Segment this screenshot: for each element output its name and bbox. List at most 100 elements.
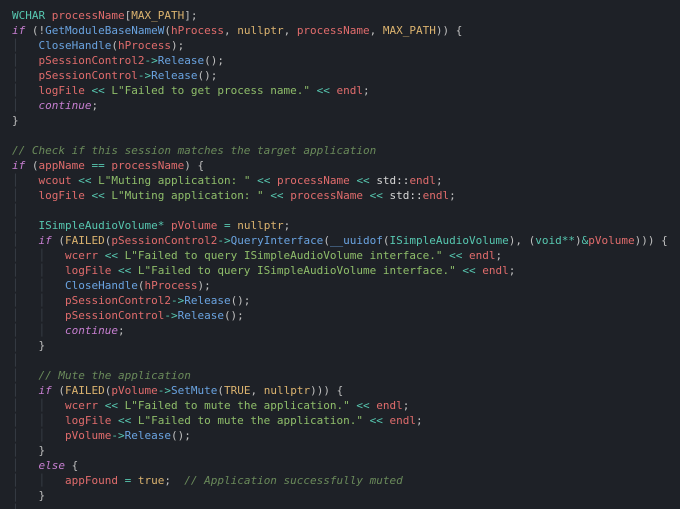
code-line: │ │ wcout << L"Muting application: " << … (12, 173, 668, 188)
line-content: │ logFile << L"Muting application: " << … (12, 189, 456, 202)
token-var: endl (423, 189, 450, 202)
line-content: if (appName == processName) { (12, 159, 204, 172)
token-str: L"Failed to mute the application." (138, 414, 363, 427)
code-line: │ │ │ │ pVolume->Release(); (12, 428, 668, 443)
line-content: │ │ appFound = true; // Application succ… (12, 474, 403, 487)
token-punc: , (250, 384, 263, 397)
code-line: │ │ if (FAILED(pSessionControl2->QueryIn… (12, 233, 668, 248)
token-punc (131, 264, 138, 277)
line-content: │ pSessionControl->Release(); (12, 69, 217, 82)
token-op: == (91, 159, 104, 172)
line-content: │ (12, 354, 25, 367)
token-type: WCHAR (12, 9, 45, 22)
token-punc: ; (436, 174, 443, 187)
code-line: │ │ │ │ appFound = true; // Application … (12, 473, 668, 488)
line-content: │ logFile << L"Failed to get process nam… (12, 84, 370, 97)
code-line: if (appName == processName) { (12, 158, 668, 173)
token-str: L"Failed to query ISimpleAudioVolume int… (125, 249, 443, 262)
token-var: logFile (39, 84, 85, 97)
line-content: │ (12, 504, 25, 509)
token-punc (383, 189, 390, 202)
token-punc (118, 474, 125, 487)
code-line: │ │ │ │ CloseHandle(hProcess); (12, 278, 668, 293)
line-content: WCHAR processName[MAX_PATH]; (12, 9, 197, 22)
token-fn: QueryInterface (231, 234, 324, 247)
token-var: hProcess (118, 39, 171, 52)
token-punc: ; (118, 324, 125, 337)
token-punc (363, 414, 370, 427)
token-var: endl (390, 414, 417, 427)
line-content: │ continue; (12, 99, 98, 112)
line-content: │ } (12, 444, 45, 457)
token-type: ISimpleAudioVolume (39, 219, 158, 232)
line-content: │ // Mute the application (12, 369, 191, 382)
token-mac: FAILED (65, 384, 105, 397)
code-line: if (!GetModuleBaseNameW(hProcess, nullpt… (12, 23, 668, 38)
token-punc (19, 204, 26, 217)
code-line: │ │ } (12, 443, 668, 458)
token-var: endl (376, 399, 403, 412)
token-fn: Release (151, 69, 197, 82)
code-line: │ │ │ │ wcerr << L"Failed to query ISimp… (12, 248, 668, 263)
token-punc (310, 84, 317, 97)
token-punc: ) (575, 234, 582, 247)
line-content: │ if (FAILED(pVolume->SetMute(TRUE, null… (12, 384, 343, 397)
token-punc (131, 414, 138, 427)
token-punc (118, 399, 125, 412)
token-punc: , (370, 24, 383, 37)
token-var: processName (52, 9, 125, 22)
token-op: -> (171, 294, 184, 307)
code-line: │ │ │ │ logFile << L"Failed to mute the … (12, 413, 668, 428)
token-str: L"Failed to get process name." (111, 84, 310, 97)
token-punc (164, 219, 171, 232)
code-line: │ │ CloseHandle(hProcess); (12, 38, 668, 53)
token-op: << (270, 189, 283, 202)
token-punc: ; (363, 84, 370, 97)
token-punc (462, 249, 469, 262)
token-var: processName (277, 174, 350, 187)
token-punc: ), ( (509, 234, 536, 247)
token-mac: TRUE (224, 384, 251, 397)
line-content: │ pSessionControl2->Release(); (12, 54, 224, 67)
token-mac: MAX_PATH (383, 24, 436, 37)
token-var: logFile (65, 264, 111, 277)
token-op: << (78, 174, 91, 187)
token-punc: ; (416, 414, 423, 427)
token-punc (383, 414, 390, 427)
line-content: │ ISimpleAudioVolume* pVolume = nullptr; (12, 219, 290, 232)
token-punc: ))) { (310, 384, 343, 397)
token-punc: ; (496, 249, 503, 262)
token-kw: if (12, 159, 25, 172)
token-fn: CloseHandle (39, 39, 112, 52)
code-line: │ │ } (12, 338, 668, 353)
token-var: hProcess (144, 279, 197, 292)
token-op: -> (144, 54, 157, 67)
token-punc (131, 474, 138, 487)
token-var: logFile (65, 414, 111, 427)
token-punc (363, 189, 370, 202)
line-content: │ wcout << L"Muting application: " << pr… (12, 174, 443, 187)
token-fn: Release (178, 309, 224, 322)
token-punc (98, 399, 105, 412)
token-str: L"Failed to mute the application." (125, 399, 350, 412)
token-var: pSessionControl2 (111, 234, 217, 247)
code-line (12, 128, 668, 143)
token-punc: (); (224, 309, 244, 322)
token-punc (19, 354, 26, 367)
code-line: │ │ if (FAILED(pVolume->SetMute(TRUE, nu… (12, 383, 668, 398)
code-line: WCHAR processName[MAX_PATH]; (12, 8, 668, 23)
token-punc: , (284, 24, 297, 37)
token-punc: ; (509, 264, 516, 277)
token-punc: ( (164, 24, 171, 37)
token-punc: ; (403, 399, 410, 412)
token-var: wcerr (65, 399, 98, 412)
token-punc (217, 219, 224, 232)
token-op: << (449, 249, 462, 262)
token-kw: else (39, 459, 66, 472)
token-op: << (317, 84, 330, 97)
code-line: } (12, 113, 668, 128)
token-punc: } (39, 339, 46, 352)
token-var: pVolume (65, 429, 111, 442)
token-punc: , (224, 24, 237, 37)
token-punc: )) { (436, 24, 463, 37)
